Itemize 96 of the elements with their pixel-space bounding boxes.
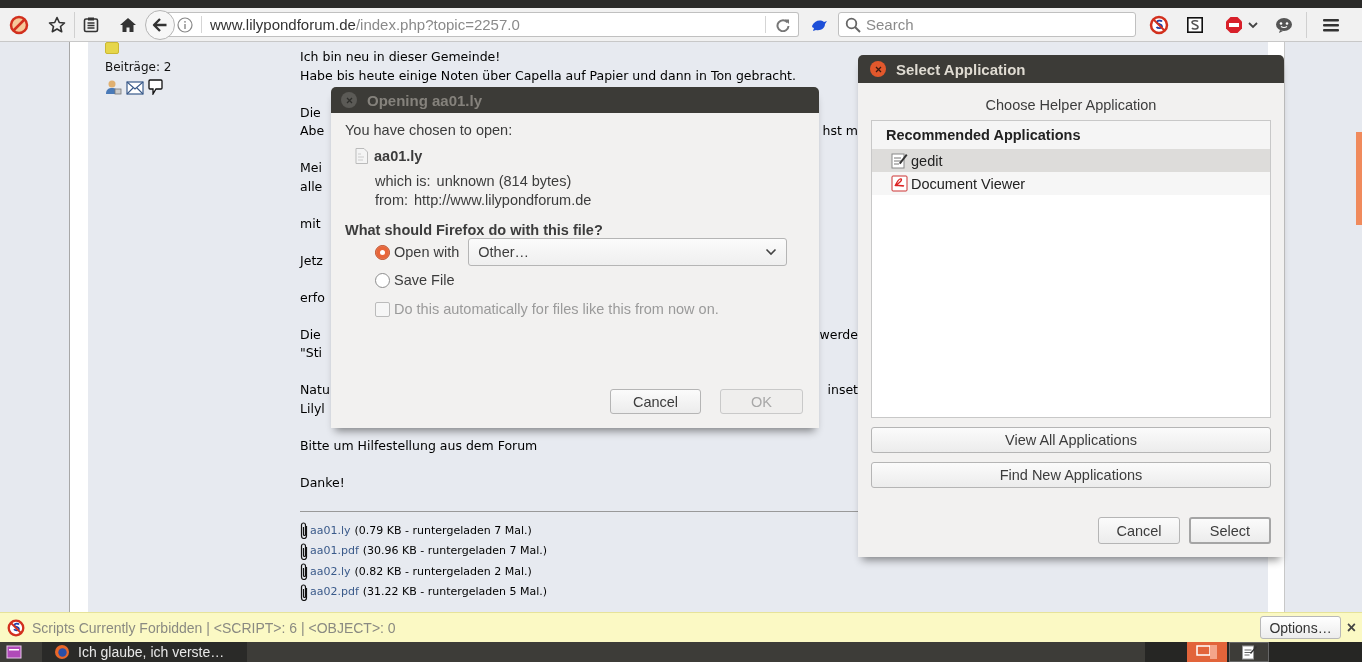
forbidden-s-icon <box>7 618 25 637</box>
search-icon <box>845 17 861 33</box>
attachment-link[interactable]: aa02.pdf <box>310 582 359 603</box>
paperclip-icon <box>300 522 308 540</box>
close-icon <box>874 65 882 73</box>
post-text: Ich bin neu in dieser Gemeinde! <box>300 48 501 66</box>
attachment-link[interactable]: aa02.ly <box>310 561 351 582</box>
list-header: Recommended Applications <box>872 121 1270 149</box>
close-icon <box>345 96 353 104</box>
forbidden-icon[interactable] <box>9 14 29 35</box>
globe-icon <box>54 644 70 660</box>
app-item[interactable]: Document Viewer <box>872 172 1270 195</box>
attachment-link[interactable]: aa01.ly <box>310 520 351 541</box>
post-text: erfo <box>300 288 325 307</box>
home-icon[interactable] <box>119 16 137 33</box>
rank-icon <box>105 42 119 54</box>
post-count: Beiträge: 2 <box>105 60 173 74</box>
post-text: Die <box>300 103 321 122</box>
task-label: Ich glaube, ich verste… <box>78 644 225 660</box>
envelope-icon[interactable] <box>126 81 144 95</box>
paperclip-icon <box>300 563 308 581</box>
menu-icon[interactable] <box>1322 16 1340 33</box>
post-text: Natu <box>300 381 330 399</box>
star-icon[interactable] <box>48 15 66 34</box>
post-text: Bitte um Hilfestellung aus dem Forum <box>300 436 538 455</box>
app-item[interactable]: gedit <box>872 149 1270 172</box>
attachment-info: (0.82 KB - runtergeladen 2 Mal.) <box>354 563 532 580</box>
post-text: werde <box>819 325 858 344</box>
checkbox-label: Do this automatically for files like this from now on. <box>394 301 719 317</box>
dialog-title: Select Application <box>896 60 1026 78</box>
speech-bubble-icon[interactable] <box>148 79 163 95</box>
question-text: What should Firefox do with this file? <box>345 222 604 238</box>
dialog-heading: Choose Helper Application <box>984 97 1158 113</box>
post-text: Danke! <box>300 473 345 492</box>
editor-button[interactable] <box>1229 642 1269 662</box>
dialog-title: Opening aa01.ly <box>367 91 483 109</box>
taskbar-button[interactable]: Ich glaube, ich verste… <box>42 642 247 662</box>
post-text: Abe <box>300 122 325 140</box>
close-button[interactable] <box>870 61 886 77</box>
detail-value: unknown (814 bytes) <box>436 172 572 191</box>
option-label[interactable]: Save File <box>394 272 455 288</box>
app-name: gedit <box>911 152 943 169</box>
window-icon[interactable] <box>6 645 22 659</box>
close-button[interactable]: × <box>1346 618 1356 637</box>
post-text: mit <box>300 214 321 233</box>
post-text: Jetz <box>300 251 323 270</box>
attachment-info: (30.96 KB - runtergeladen 7 Mal.) <box>362 543 548 559</box>
notification-text: Scripts Currently Forbidden | <SCRIPT>: 6 | <OBJECT>: 0 <box>32 619 397 636</box>
paperclip-icon <box>300 583 308 601</box>
cancel-button[interactable]: Cancel <box>610 389 701 414</box>
profile-icon[interactable] <box>105 79 122 95</box>
notepad-icon <box>1241 644 1257 660</box>
attachment-link[interactable]: aa01.pdf <box>310 541 359 562</box>
post-text: alle <box>300 177 323 196</box>
info-icon[interactable] <box>177 16 193 33</box>
dialog-text: You have chosen to open: <box>345 122 514 138</box>
post-text: Mei <box>300 159 322 177</box>
scrollbar-thumb[interactable] <box>1356 132 1362 225</box>
attachment-info: (31.22 KB - runtergeladen 5 Mal.) <box>362 584 548 600</box>
file-icon <box>355 148 368 164</box>
radio-button[interactable] <box>375 272 390 288</box>
caret-icon <box>765 248 778 256</box>
options-button[interactable]: Options… <box>1260 616 1341 639</box>
reading-list-icon[interactable] <box>83 16 99 33</box>
app-name: Document Viewer <box>911 175 1026 192</box>
detail-label: from: <box>375 191 409 210</box>
paperclip-icon <box>300 542 308 560</box>
attachment-info: (0.79 KB - runtergeladen 7 Mal.) <box>354 522 532 539</box>
radio-button[interactable] <box>375 244 390 260</box>
forbidden-s-icon[interactable] <box>1149 14 1169 35</box>
select-button[interactable]: Select <box>1189 517 1271 544</box>
back-button[interactable] <box>145 9 175 40</box>
file-name: aa01.ly <box>374 148 423 164</box>
document-icon <box>891 175 908 192</box>
search-field[interactable]: Search <box>838 12 1136 37</box>
windows-icon <box>1196 644 1218 660</box>
detail-label: which is: <box>375 172 431 191</box>
stop-sign-icon[interactable] <box>1225 15 1243 34</box>
app-dropdown[interactable]: Other… <box>468 238 788 266</box>
back-arrow-icon <box>152 16 168 33</box>
wide-button[interactable]: View All Applications <box>871 427 1271 453</box>
url-text: www.lilypondforum.de/index.php?topic=2257.0 <box>201 16 765 33</box>
speech-face-icon[interactable] <box>1275 16 1293 33</box>
option-label[interactable]: Open with <box>394 244 460 260</box>
post-text: hst m <box>822 122 858 140</box>
cancel-button[interactable]: Cancel <box>1098 517 1180 544</box>
s-box-icon[interactable] <box>1187 16 1203 33</box>
post-text: "Sti <box>300 344 323 362</box>
wide-button[interactable]: Find New Applications <box>871 462 1271 488</box>
post-text: inset <box>827 381 858 399</box>
post-text: Habe bis heute einige Noten über Capella auf Papier und dann in Ton gebracht. <box>300 66 796 85</box>
text-editor-icon <box>891 152 908 169</box>
detail-value: http://www.lilypondforum.de <box>414 191 592 210</box>
post-text: Die <box>300 325 321 344</box>
reload-icon <box>776 17 790 32</box>
post-text: Lilyl <box>300 399 325 418</box>
